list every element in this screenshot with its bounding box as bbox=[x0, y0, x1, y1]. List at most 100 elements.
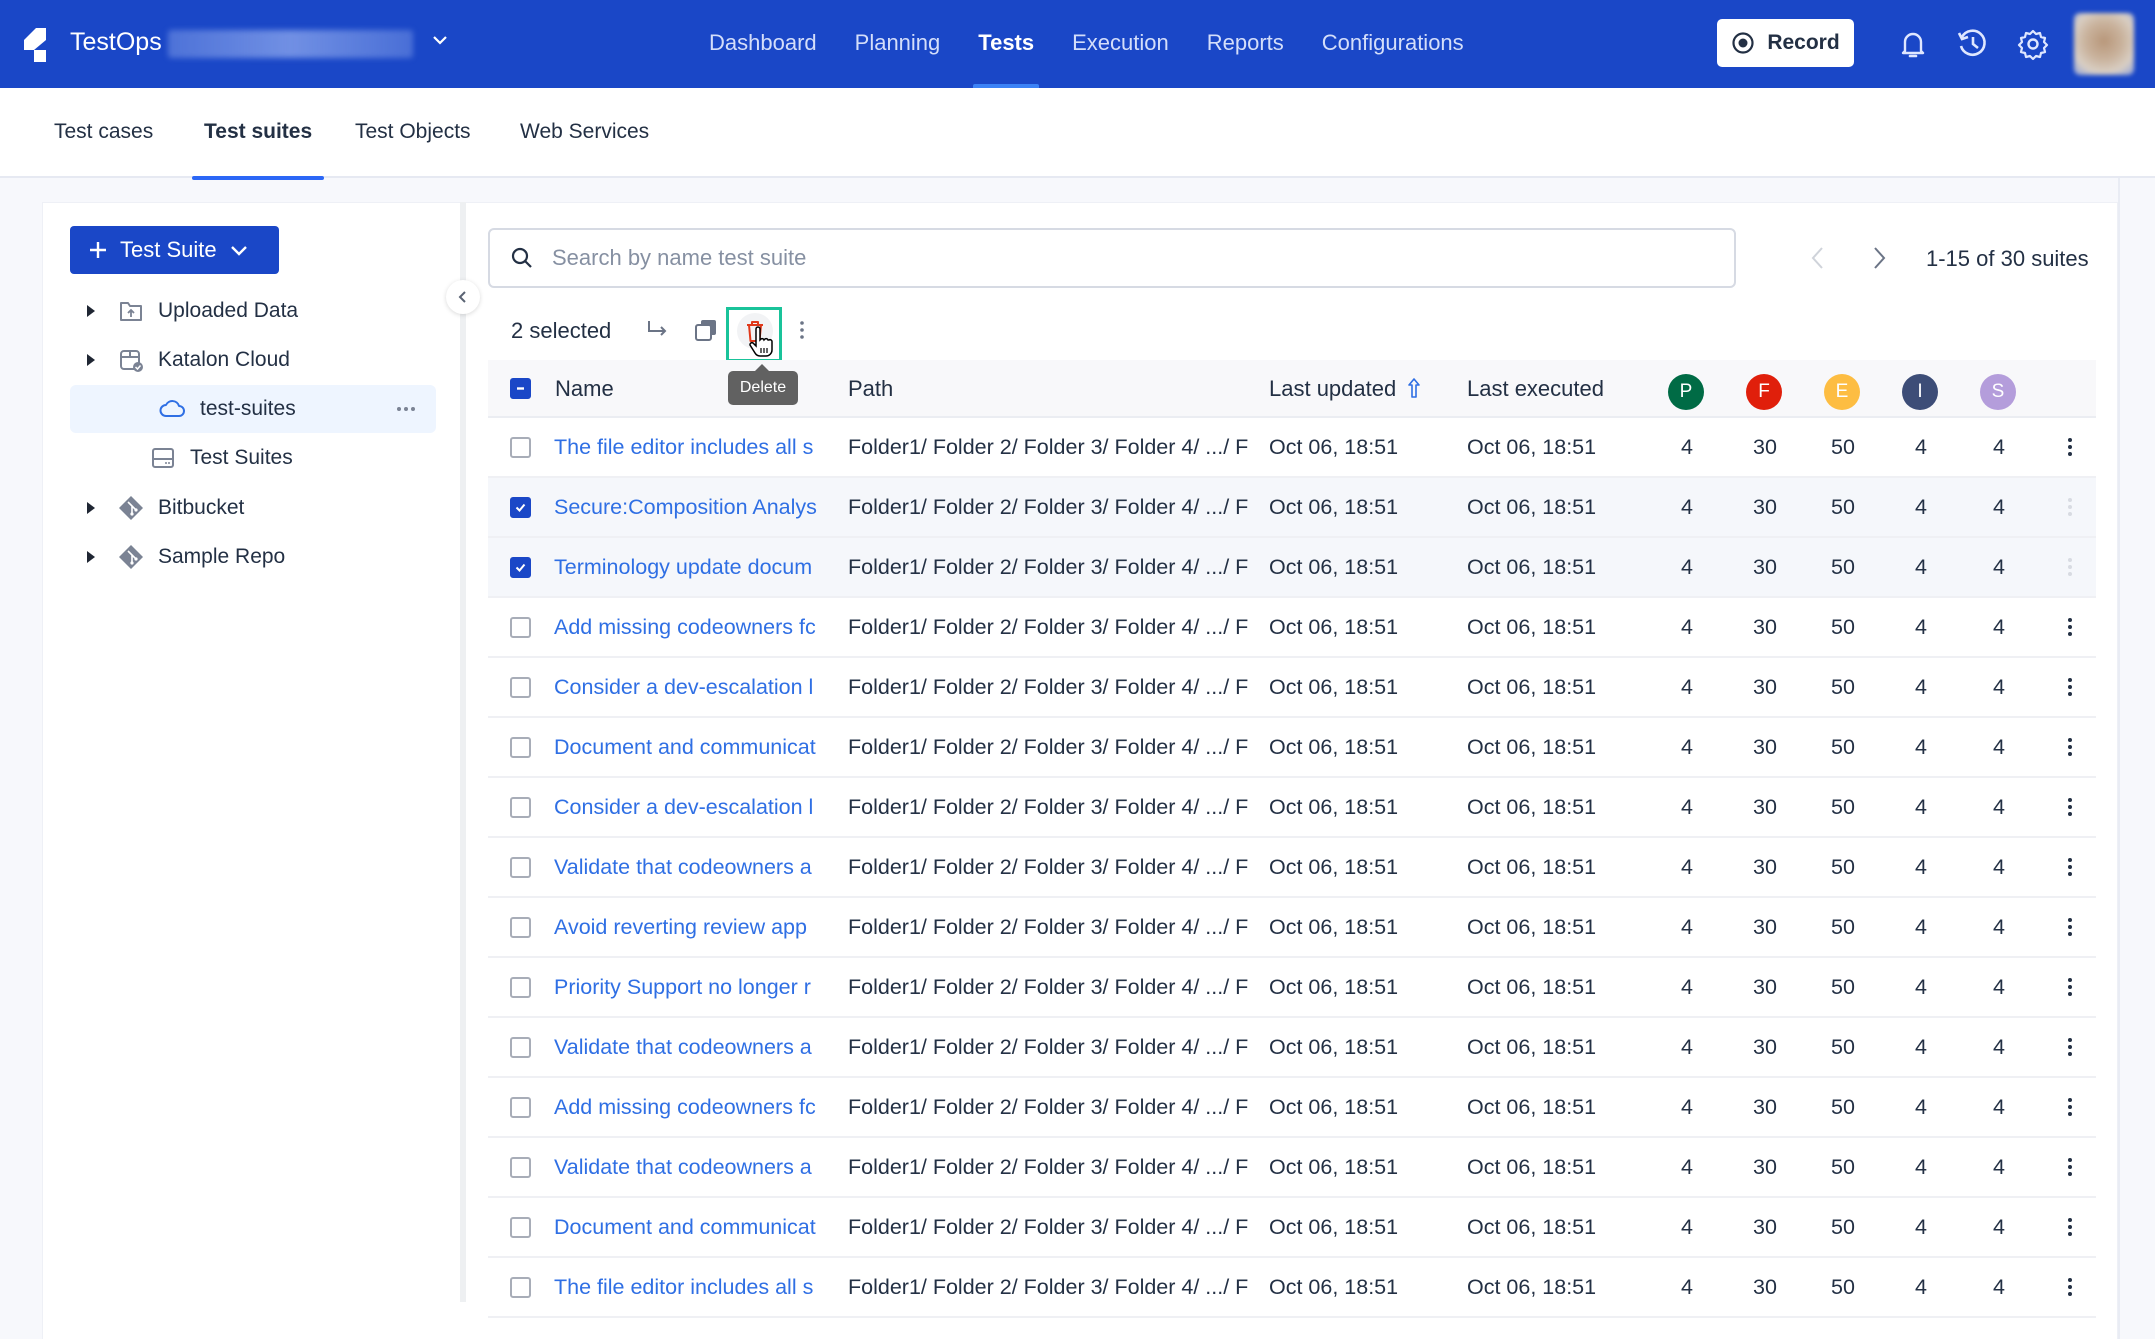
caret-right-icon[interactable] bbox=[84, 353, 98, 367]
katalon-logo-icon[interactable] bbox=[22, 26, 48, 62]
suite-name-link[interactable]: Avoid reverting review app bbox=[554, 898, 826, 956]
row-checkbox[interactable] bbox=[510, 437, 531, 458]
more-vertical-icon[interactable] bbox=[2058, 1214, 2082, 1240]
user-avatar[interactable] bbox=[2074, 13, 2134, 75]
column-header-last-updated[interactable]: Last updated bbox=[1269, 360, 1422, 418]
suite-name-link[interactable]: Terminology update docum bbox=[554, 538, 826, 596]
row-checkbox[interactable] bbox=[510, 917, 531, 938]
suite-name-link[interactable]: The file editor includes all s bbox=[554, 418, 826, 476]
column-header-path[interactable]: Path bbox=[848, 360, 893, 418]
duplicate-icon[interactable] bbox=[692, 316, 720, 344]
more-vertical-icon[interactable] bbox=[2058, 974, 2082, 1000]
select-all-checkbox[interactable] bbox=[510, 378, 531, 399]
table-row[interactable]: Add missing codeowners fc Folder1/ Folder… bbox=[488, 1078, 2096, 1138]
suite-name-link[interactable]: Consider a dev-escalation l bbox=[554, 658, 826, 716]
suite-name-link[interactable]: Validate that codeowners a bbox=[554, 838, 826, 896]
tree-item-katalon-cloud[interactable]: Katalon Cloud bbox=[70, 336, 436, 384]
more-vertical-icon[interactable] bbox=[2058, 1274, 2082, 1300]
nav-configurations[interactable]: Configurations bbox=[1303, 0, 1483, 88]
suite-name-link[interactable]: Priority Support no longer r bbox=[554, 958, 826, 1016]
tree-item-sample-repo[interactable]: Sample Repo bbox=[70, 533, 436, 581]
bell-icon[interactable] bbox=[1896, 27, 1930, 61]
more-vertical-icon[interactable] bbox=[2058, 494, 2082, 520]
more-vertical-icon[interactable] bbox=[2058, 1094, 2082, 1120]
row-checkbox[interactable] bbox=[510, 737, 531, 758]
more-vertical-icon[interactable] bbox=[2058, 1154, 2082, 1180]
nav-planning[interactable]: Planning bbox=[836, 0, 960, 88]
row-checkbox[interactable] bbox=[510, 497, 531, 518]
table-row[interactable]: Terminology update docum Folder1/ Folder … bbox=[488, 538, 2096, 598]
more-vertical-icon[interactable] bbox=[2058, 734, 2082, 760]
table-row[interactable]: Document and communicat Folder1/ Folder 2… bbox=[488, 718, 2096, 778]
more-vertical-icon[interactable] bbox=[788, 316, 816, 344]
table-row[interactable]: Avoid reverting review app Folder1/ Folde… bbox=[488, 898, 2096, 958]
table-row[interactable]: Document and communicat Folder1/ Folder 2… bbox=[488, 1198, 2096, 1258]
row-checkbox[interactable] bbox=[510, 557, 531, 578]
nav-reports[interactable]: Reports bbox=[1188, 0, 1303, 88]
chevron-right-icon[interactable] bbox=[1867, 244, 1891, 272]
sort-ascending-icon[interactable] bbox=[1406, 377, 1422, 399]
tree-item-test-suites-drive[interactable]: Test Suites bbox=[70, 434, 436, 482]
caret-right-icon[interactable] bbox=[84, 501, 98, 515]
suite-name-link[interactable]: Consider a dev-escalation l bbox=[554, 778, 826, 836]
more-vertical-icon[interactable] bbox=[2058, 794, 2082, 820]
move-icon[interactable] bbox=[644, 316, 672, 344]
more-vertical-icon[interactable] bbox=[2058, 1034, 2082, 1060]
chevron-down-icon[interactable] bbox=[430, 30, 450, 50]
suite-name-link[interactable]: Add missing codeowners fc bbox=[554, 598, 826, 656]
row-checkbox[interactable] bbox=[510, 1037, 531, 1058]
row-checkbox[interactable] bbox=[510, 617, 531, 638]
table-row[interactable]: The file editor includes all s Folder1/ F… bbox=[488, 418, 2096, 478]
tab-test-suites[interactable]: Test suites bbox=[191, 88, 325, 180]
collapse-sidebar-button[interactable] bbox=[446, 280, 480, 314]
caret-right-icon[interactable] bbox=[84, 304, 98, 318]
suite-name-link[interactable]: Document and communicat bbox=[554, 1198, 826, 1256]
more-vertical-icon[interactable] bbox=[2058, 614, 2082, 640]
table-row[interactable]: Secure:Composition Analys Folder1/ Folder… bbox=[488, 478, 2096, 538]
table-row[interactable]: Consider a dev-escalation l Folder1/ Fold… bbox=[488, 778, 2096, 838]
suite-name-link[interactable]: Secure:Composition Analys bbox=[554, 478, 826, 536]
record-button[interactable]: Record bbox=[1717, 19, 1854, 67]
more-vertical-icon[interactable] bbox=[2058, 914, 2082, 940]
more-horizontal-icon[interactable] bbox=[394, 397, 418, 421]
new-test-suite-button[interactable]: Test Suite bbox=[70, 226, 279, 274]
sidebar-scrollbar[interactable] bbox=[460, 202, 466, 1302]
suite-name-link[interactable]: Document and communicat bbox=[554, 718, 826, 776]
row-checkbox[interactable] bbox=[510, 1097, 531, 1118]
more-vertical-icon[interactable] bbox=[2058, 674, 2082, 700]
nav-tests[interactable]: Tests bbox=[959, 0, 1053, 88]
search-box[interactable] bbox=[488, 228, 1736, 288]
column-header-name[interactable]: Name bbox=[555, 360, 614, 418]
history-icon[interactable] bbox=[1956, 27, 1990, 61]
row-checkbox[interactable] bbox=[510, 1217, 531, 1238]
nav-execution[interactable]: Execution bbox=[1053, 0, 1188, 88]
table-row[interactable]: Priority Support no longer r Folder1/ Fol… bbox=[488, 958, 2096, 1018]
column-header-last-executed[interactable]: Last executed bbox=[1467, 360, 1604, 418]
tree-item-uploaded-data[interactable]: Uploaded Data bbox=[70, 287, 436, 335]
more-vertical-icon[interactable] bbox=[2058, 434, 2082, 460]
suite-name-link[interactable]: Validate that codeowners a bbox=[554, 1138, 826, 1196]
row-checkbox[interactable] bbox=[510, 977, 531, 998]
row-checkbox[interactable] bbox=[510, 857, 531, 878]
tab-test-cases[interactable]: Test cases bbox=[54, 88, 153, 178]
suite-name-link[interactable]: Validate that codeowners a bbox=[554, 1018, 826, 1076]
chevron-left-icon[interactable] bbox=[1806, 244, 1830, 272]
table-row[interactable]: Consider a dev-escalation l Folder1/ Fold… bbox=[488, 658, 2096, 718]
tab-test-objects[interactable]: Test Objects bbox=[355, 88, 471, 178]
suite-name-link[interactable]: Add missing codeowners fc bbox=[554, 1078, 826, 1136]
search-input[interactable] bbox=[552, 245, 1652, 271]
table-row[interactable]: The file editor includes all s Folder1/ F… bbox=[488, 1258, 2096, 1318]
gear-icon[interactable] bbox=[2016, 27, 2050, 61]
row-checkbox[interactable] bbox=[510, 797, 531, 818]
more-vertical-icon[interactable] bbox=[2058, 854, 2082, 880]
table-row[interactable]: Validate that codeowners a Folder1/ Folde… bbox=[488, 1018, 2096, 1078]
table-row[interactable]: Validate that codeowners a Folder1/ Folde… bbox=[488, 838, 2096, 898]
tree-item-test-suites-folder[interactable]: test-suites bbox=[70, 385, 436, 433]
tree-item-bitbucket[interactable]: Bitbucket bbox=[70, 484, 436, 532]
row-checkbox[interactable] bbox=[510, 1277, 531, 1298]
row-checkbox[interactable] bbox=[510, 1157, 531, 1178]
table-row[interactable]: Add missing codeowners fc Folder1/ Folder… bbox=[488, 598, 2096, 658]
row-checkbox[interactable] bbox=[510, 677, 531, 698]
table-row[interactable]: Validate that codeowners a Folder1/ Folde… bbox=[488, 1138, 2096, 1198]
more-vertical-icon[interactable] bbox=[2058, 554, 2082, 580]
